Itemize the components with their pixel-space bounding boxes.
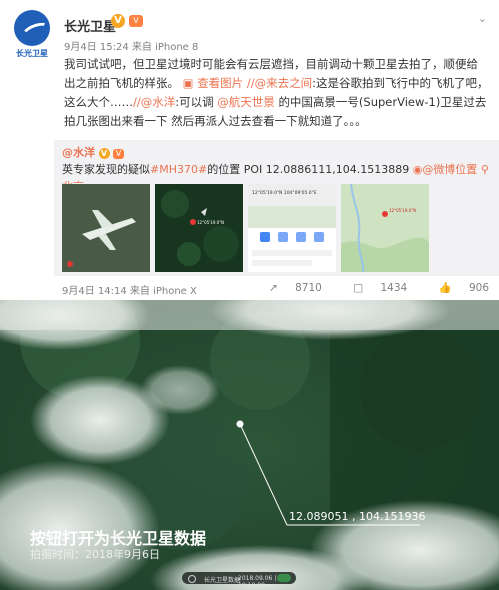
location-link[interactable]: @微博位置 [422,163,477,176]
post-content: 我司试试吧，但卫星过境时可能会有云层遮挡，目前调动十颗卫星去拍了，顺便给出之前拍… [64,55,489,131]
phone-coordinates: 12°05'19.0"N 104°09'05.0"E [252,190,317,196]
post-text: :可以调 [175,95,214,109]
share-icon: ↗ [268,282,278,294]
like-icon: 👍 [438,282,452,294]
weibo-post: 长光卫星 长光卫星 V V ⌄ 9月4日 15:24 来自 iPhone 8 我… [0,0,499,300]
satellite-image[interactable]: 12.089051 , 104.151936 按钮打开为长光卫星数据 拍摄时间：… [0,300,499,590]
quoted-footer: 9月4日 14:14 来自 iPhone X [62,286,197,297]
thumbnail-terrain-map[interactable]: 12°05'19.0"N [341,184,429,272]
mention-link[interactable]: @航天世景 [217,95,275,109]
avatar[interactable]: 长光卫星 [10,10,54,58]
action-bar: ↗ 8710 □ 1434 👍 906 [241,281,489,294]
thumbnail-plane[interactable] [62,184,150,272]
mention-link[interactable]: //@来去之间 [247,76,312,90]
svg-text:12°05'19.0"N: 12°05'19.0"N [389,208,416,213]
coordinate-label: 12.089051 , 104.151936 [289,510,426,523]
comment-button[interactable]: □ 1434 [339,282,407,294]
share-count: 8710 [295,282,322,294]
location-icon: ◉ [412,163,423,176]
share-button[interactable]: ↗ 8710 [255,282,322,294]
chevron-down-icon[interactable]: ⌄ [478,12,487,25]
verified-icon: V [98,148,110,159]
verified-icon: V [111,14,125,28]
toggle-switch[interactable] [277,574,291,582]
data-toggle-bar[interactable]: 长光卫星数据 2018.09.06 | 10:10:00 [182,572,296,589]
level-badge-icon: V [129,15,143,27]
thumbnail-satellite-map[interactable]: 12°05'19.0"N [155,184,243,272]
quoted-text-prefix: 英专家发现的疑似 [62,163,150,176]
quoted-text-suffix: 的位置 POI 12.0886111,104.1513889 [207,163,410,176]
post-meta: 9月4日 15:24 来自 iPhone 8 [64,42,199,53]
like-count: 906 [468,282,489,294]
author-name[interactable]: 长光卫星 [64,16,116,35]
quoted-post[interactable]: @水洋 V V 英专家发现的疑似#MH370#的位置 POI 12.088611… [54,140,499,276]
control-label: 长光卫星数据 [204,577,241,584]
avatar-label: 长光卫星 [16,49,48,58]
hashtag-link[interactable]: #MH370# [150,163,207,176]
level-badge-icon: V [113,149,124,159]
logo-icon [14,10,50,46]
thumbnail-phone-map[interactable]: 12°05'19.0"N 104°09'05.0"E [248,184,336,272]
watermark-date: 拍摄时间：2018年9月6日 [30,548,160,561]
like-button[interactable]: 👍 906 [425,282,489,294]
image-icon[interactable]: ▣ [183,76,194,90]
pin-icon: ⚲ [480,163,489,176]
comment-count: 1434 [380,282,408,294]
quoted-author[interactable]: @水洋 [62,146,95,159]
view-image-link[interactable]: 查看图片 [197,76,243,90]
comment-icon: □ [353,282,364,294]
svg-text:12°05'19.0"N: 12°05'19.0"N [197,220,224,225]
radio-icon [188,575,196,583]
mention-link[interactable]: //@水洋 [133,95,175,109]
